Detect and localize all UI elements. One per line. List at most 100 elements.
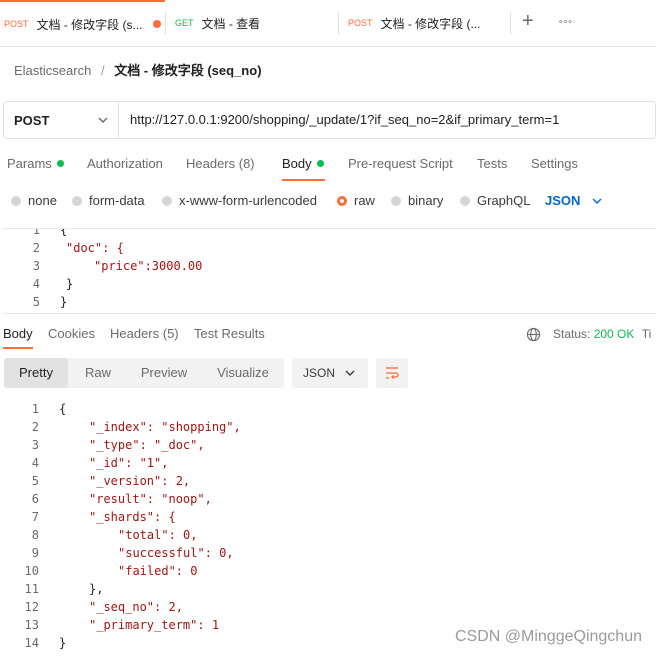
radio-selected-icon [337, 195, 347, 206]
status-value: 200 OK [593, 327, 635, 341]
tab-method: GET [175, 18, 194, 28]
line-number: 1 [31, 402, 39, 416]
radio-circle-icon [72, 195, 82, 206]
chevron-down-icon [345, 370, 355, 376]
code-line: "_shards": { [89, 510, 176, 524]
unsaved-dot-icon [152, 20, 161, 28]
code-line: "_id": "1", [89, 456, 169, 470]
tab-params[interactable]: Params [7, 156, 64, 171]
method-value: POST [14, 112, 50, 128]
url-input[interactable]: http://127.0.0.1:9200/shopping/_update/1… [130, 102, 559, 138]
tab-get-view[interactable]: GET 文档 - 查看 [166, 0, 336, 46]
radio-circle-icon [460, 195, 470, 206]
tab-cookies[interactable]: Cookies [48, 326, 95, 341]
code-line: "_type": "_doc", [89, 438, 205, 452]
request-body-editor[interactable]: 1 2 3 4 5 { "doc": { "price":3000.00 } } [3, 228, 656, 314]
tab-pre-request-script[interactable]: Pre-request Script [348, 156, 453, 171]
line-number: 4 [32, 277, 40, 291]
code-line: "_index": "shopping", [89, 420, 241, 434]
code-line: { [59, 402, 67, 416]
body-format-select[interactable]: JSON [545, 193, 602, 208]
tab-body[interactable]: Body [282, 156, 324, 171]
tab-title: 文档 - 修改字段 (s... [36, 17, 143, 32]
tab-response-body[interactable]: Body [3, 326, 33, 341]
code-line: "_seq_no": 2, [89, 600, 183, 614]
radio-raw[interactable]: raw [337, 193, 375, 208]
radio-x-www-form-urlencoded[interactable]: x-www-form-urlencoded [162, 193, 317, 208]
line-number: 11 [24, 582, 39, 596]
tab-method: POST [4, 19, 29, 29]
view-visualize-button[interactable]: Visualize [204, 358, 282, 388]
code-line: } [66, 277, 74, 291]
radio-form-data[interactable]: form-data [72, 193, 145, 208]
line-number: 7 [31, 510, 39, 524]
status-dot-icon [316, 160, 324, 167]
status-dot-icon [56, 160, 64, 167]
tab-tests[interactable]: Tests [477, 156, 507, 171]
add-tab-icon[interactable]: + [522, 10, 534, 33]
code-line: "doc": { [66, 241, 124, 255]
chevron-down-icon [592, 198, 602, 204]
status-label: Status: [553, 327, 591, 341]
view-preview-button[interactable]: Preview [130, 358, 198, 388]
status-time-label: Ti [641, 327, 652, 341]
line-number: 13 [24, 618, 39, 632]
tab-authorization[interactable]: Authorization [87, 156, 163, 171]
response-format-value: JSON [303, 366, 336, 380]
code-line: "result": "noop", [89, 492, 212, 506]
line-number: 2 [32, 241, 40, 255]
chevron-down-icon [98, 117, 108, 123]
radio-circle-icon [391, 195, 401, 206]
tab-settings[interactable]: Settings [531, 156, 578, 171]
radio-circle-icon [162, 195, 172, 206]
method-select[interactable]: POST [4, 102, 119, 138]
tab-post-modify-seq[interactable]: POST 文档 - 修改字段 (s... [0, 0, 165, 46]
breadcrumb: Elasticsearch / 文档 - 修改字段 (seq_no) [14, 60, 262, 79]
request-url-row: POST http://127.0.0.1:9200/shopping/_upd… [3, 101, 656, 139]
breadcrumb-collection[interactable]: Elasticsearch [14, 63, 91, 78]
view-raw-button[interactable]: Raw [72, 358, 124, 388]
tab-response-headers[interactable]: Headers (5) [110, 326, 179, 341]
tab-title: 文档 - 修改字段 (... [380, 16, 481, 31]
code-line: "total": 0, [118, 528, 198, 542]
line-number: 2 [31, 420, 39, 434]
code-line: "_primary_term": 1 [89, 618, 220, 632]
breadcrumb-separator: / [100, 63, 105, 78]
breadcrumb-request: 文档 - 修改字段 (seq_no) [114, 63, 262, 78]
tab-title: 文档 - 查看 [201, 16, 261, 31]
active-tab-indicator [3, 347, 33, 349]
line-number: 10 [24, 564, 39, 578]
more-tabs-icon[interactable]: ∘∘∘ [558, 16, 573, 27]
line-number: 12 [24, 600, 39, 614]
request-tab-bar: POST 文档 - 修改字段 (s... GET 文档 - 查看 POST 文档… [0, 0, 656, 47]
code-line: } [59, 636, 67, 650]
response-status: Status: 200 OK Ti [553, 327, 651, 341]
tab-method: POST [348, 18, 373, 28]
globe-icon[interactable] [526, 327, 541, 342]
tab-post-modify[interactable]: POST 文档 - 修改字段 (... [339, 0, 509, 46]
tab-test-results[interactable]: Test Results [194, 326, 265, 341]
radio-graphql[interactable]: GraphQL [460, 193, 530, 208]
wrap-lines-button[interactable] [376, 358, 408, 388]
view-pretty-button[interactable]: Pretty [4, 358, 68, 388]
line-number: 5 [31, 474, 39, 488]
line-number: 5 [32, 295, 40, 309]
code-line: "price":3000.00 [94, 259, 203, 273]
response-format-select[interactable]: JSON [292, 358, 368, 388]
code-line: }, [89, 582, 104, 596]
line-number: 8 [31, 528, 39, 542]
line-number: 4 [31, 456, 39, 470]
line-number: 3 [32, 259, 40, 273]
radio-binary[interactable]: binary [391, 193, 443, 208]
line-number: 1 [32, 228, 40, 237]
code-line: "successful": 0, [118, 546, 234, 560]
radio-none[interactable]: none [11, 193, 57, 208]
response-body-viewer[interactable]: 1 2 3 4 5 6 7 8 9 10 11 12 13 14 { "_ind… [0, 398, 656, 658]
line-number: 14 [24, 636, 39, 650]
tab-headers[interactable]: Headers (8) [186, 156, 255, 171]
line-number: 6 [31, 492, 39, 506]
code-line: "failed": 0 [118, 564, 198, 578]
wrap-lines-icon [386, 367, 399, 379]
line-number: 3 [31, 438, 39, 452]
view-mode-group: Pretty Raw Preview Visualize [4, 358, 284, 388]
